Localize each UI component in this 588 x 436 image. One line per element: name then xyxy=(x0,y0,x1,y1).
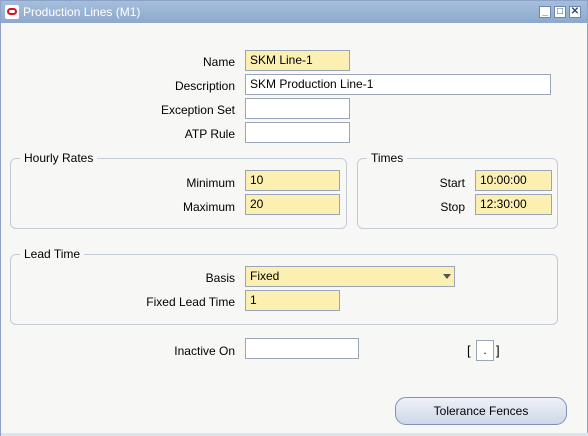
maximize-icon[interactable]: □ xyxy=(554,6,566,18)
chevron-down-icon[interactable] xyxy=(443,274,451,279)
hourly-rates-title: Hourly Rates xyxy=(20,151,98,165)
fixed-lead-time-label: Fixed Lead Time xyxy=(146,295,235,309)
tolerance-fences-button[interactable]: Tolerance Fences xyxy=(395,397,567,425)
production-lines-window: Production Lines (M1) _ □ ✕ Name SKM Lin… xyxy=(0,0,588,436)
name-field[interactable]: SKM Line-1 xyxy=(245,50,350,71)
start-time-field[interactable]: 10:00:00 xyxy=(475,170,552,191)
description-label: Description xyxy=(174,79,235,93)
inactive-on-field[interactable] xyxy=(245,338,359,359)
flexfield-open-bracket: [ xyxy=(467,343,471,358)
fixed-lead-time-field[interactable]: 1 xyxy=(245,290,340,311)
start-label: Start xyxy=(439,176,465,190)
basis-select[interactable]: Fixed xyxy=(245,266,455,287)
stop-time-field[interactable]: 12:30:00 xyxy=(475,194,552,215)
atp-rule-field[interactable] xyxy=(245,122,350,143)
lead-time-title: Lead Time xyxy=(20,247,85,261)
flexfield-close-bracket: ] xyxy=(496,343,500,358)
maximum-field[interactable]: 20 xyxy=(245,194,340,215)
inactive-on-label: Inactive On xyxy=(174,344,235,358)
oracle-app-icon xyxy=(5,5,19,19)
minimize-icon[interactable]: _ xyxy=(539,6,551,18)
minimum-label: Minimum xyxy=(186,176,235,190)
basis-value: Fixed xyxy=(250,269,280,283)
window-title: Production Lines (M1) xyxy=(23,5,141,19)
name-label: Name xyxy=(202,55,235,69)
description-field[interactable]: SKM Production Line-1 xyxy=(245,74,551,95)
minimum-field[interactable]: 10 xyxy=(245,170,340,191)
close-icon[interactable]: ✕ xyxy=(569,6,581,18)
exception-set-field[interactable] xyxy=(245,98,350,119)
stop-label: Stop xyxy=(440,200,465,214)
maximum-label: Maximum xyxy=(182,200,235,214)
times-title: Times xyxy=(367,151,408,165)
exception-set-label: Exception Set xyxy=(160,103,235,117)
title-bar[interactable]: Production Lines (M1) _ □ ✕ xyxy=(1,1,587,23)
basis-label: Basis xyxy=(205,271,235,285)
flexfield-field[interactable]: . xyxy=(476,340,494,361)
atp-rule-label: ATP Rule xyxy=(184,127,235,141)
